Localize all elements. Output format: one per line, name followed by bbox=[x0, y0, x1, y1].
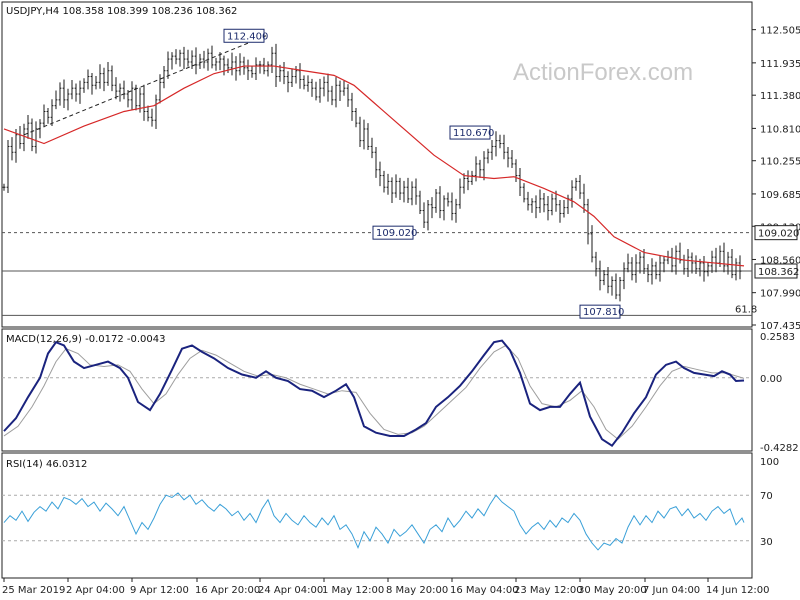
x-tick-label: 16 Apr 20:00 bbox=[195, 585, 260, 596]
macd-ytick-label: 0.2583 bbox=[760, 332, 795, 343]
fib-label: 61.8 bbox=[735, 304, 757, 315]
x-axis-labels: 25 Mar 2019 2 Apr 04:00 9 Apr 12:00 16 Apr … bbox=[2, 578, 770, 596]
price-annotation-label: 112.400 bbox=[227, 31, 268, 42]
x-tick-label: 30 May 20:00 bbox=[578, 585, 647, 596]
price-annotation-label: 110.670 bbox=[453, 128, 494, 139]
x-tick-label: 1 May 12:00 bbox=[322, 585, 384, 596]
price-ytick-label: 110.810 bbox=[760, 124, 800, 135]
rsi-panel-frame bbox=[1, 452, 753, 579]
price-annotation-label: 109.020 bbox=[376, 228, 417, 239]
rsi-ytick-label: 30 bbox=[760, 537, 773, 548]
price-ytick-label: 112.505 bbox=[760, 26, 800, 37]
usdjpy-chart: ActionForex.com USDJPY,H4 108.358 108.39… bbox=[1, 1, 800, 596]
y-axis-labels: 112.505 111.935 111.380 110.810 110.255 109.6… bbox=[752, 26, 800, 548]
price-level-label: 108.362 bbox=[758, 267, 799, 278]
x-tick-label: 25 Mar 2019 bbox=[2, 585, 65, 596]
x-tick-label: 9 Apr 12:00 bbox=[130, 585, 189, 596]
price-ytick-label: 109.685 bbox=[760, 190, 800, 201]
price-ytick-label: 111.935 bbox=[760, 59, 800, 70]
macd-panel-title: MACD(12,26,9) -0.0172 -0.0043 bbox=[6, 334, 166, 345]
macd-plot bbox=[2, 339, 752, 448]
price-ytick-label: 110.255 bbox=[760, 157, 800, 168]
price-panel-title: USDJPY,H4 108.358 108.399 108.236 108.36… bbox=[6, 6, 237, 17]
macd-ytick-label: -0.4282 bbox=[760, 443, 799, 454]
x-tick-label: 7 Jun 04:00 bbox=[643, 585, 700, 596]
rsi-line bbox=[3, 492, 745, 551]
macd-signal-line bbox=[3, 344, 745, 440]
price-ytick-label: 111.380 bbox=[760, 91, 800, 102]
macd-line bbox=[3, 339, 745, 448]
rsi-panel-title: RSI(14) 46.0312 bbox=[6, 459, 87, 470]
price-ytick-label: 107.435 bbox=[760, 321, 800, 332]
x-tick-label: 14 Jun 12:00 bbox=[706, 585, 770, 596]
watermark: ActionForex.com bbox=[513, 59, 693, 86]
x-tick-label: 24 Apr 04:00 bbox=[258, 585, 323, 596]
rsi-ytick-label: 70 bbox=[760, 491, 773, 502]
price-panel-frame bbox=[1, 1, 753, 328]
x-tick-label: 8 May 20:00 bbox=[386, 585, 448, 596]
rsi-ytick-label: 100 bbox=[760, 457, 779, 468]
x-tick-label: 23 May 12:00 bbox=[514, 585, 583, 596]
x-tick-label: 16 May 04:00 bbox=[450, 585, 519, 596]
x-tick-label: 2 Apr 04:00 bbox=[66, 585, 125, 596]
macd-ytick-label: 0.00 bbox=[760, 374, 782, 385]
price-annotation-label: 107.810 bbox=[583, 307, 624, 318]
rsi-plot bbox=[2, 492, 752, 551]
price-ytick-label: 107.990 bbox=[760, 289, 800, 300]
price-level-label: 109.020 bbox=[758, 229, 799, 240]
